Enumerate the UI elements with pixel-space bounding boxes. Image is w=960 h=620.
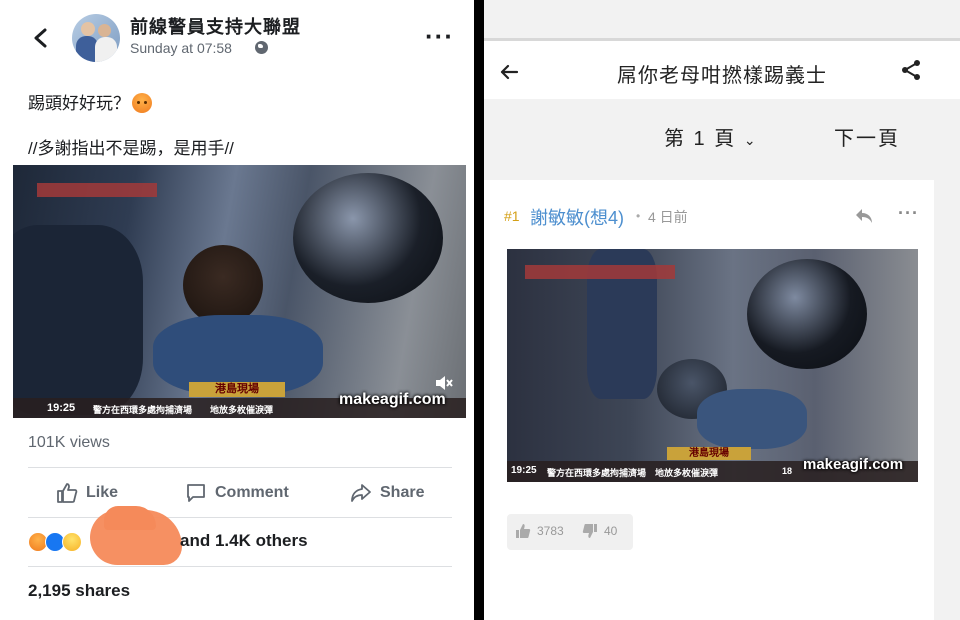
makeagif-watermark: makeagif.com [339, 391, 446, 408]
angry-emoji-icon [132, 93, 152, 113]
makeagif-watermark: makeagif.com [803, 456, 904, 473]
reactions-summary[interactable]: and 1.4K others [180, 531, 308, 551]
share-arrow-icon [351, 484, 371, 502]
reply-icon[interactable] [854, 207, 874, 225]
thumbs-down-icon[interactable] [582, 523, 598, 539]
more-options-icon[interactable]: ··· [425, 23, 454, 49]
redaction-scribble-top [104, 506, 156, 530]
share-icon[interactable] [900, 59, 922, 81]
view-count: 101K views [28, 434, 110, 451]
downvote-count: 40 [604, 524, 618, 538]
page-selector[interactable]: 第 1 頁 ⌄ [664, 122, 758, 151]
globe-icon [255, 41, 268, 54]
like-label: Like [86, 484, 119, 501]
ticker-time: 19:25 [511, 465, 537, 476]
thumbs-up-icon[interactable] [515, 523, 531, 539]
page-avatar[interactable] [72, 14, 120, 62]
share-button[interactable]: Share [350, 482, 424, 504]
like-button[interactable]: Like [56, 482, 118, 504]
comment-label: Comment [215, 484, 289, 501]
comment-button[interactable]: Comment [185, 482, 289, 504]
reaction-icons[interactable] [28, 532, 82, 552]
mute-icon[interactable] [434, 373, 454, 393]
ticker-time: 19:25 [47, 402, 76, 414]
post-time: 4 日前 [648, 209, 688, 225]
ticker-extra: 18 [782, 466, 793, 476]
video-player[interactable]: 港島現場 19:25 警方在西環多處拘捕濟場 地放多枚催淚彈 makeagif.… [13, 165, 466, 418]
post-more-icon[interactable]: ··· [898, 203, 919, 224]
chevron-down-icon: ⌄ [743, 132, 758, 148]
post-author[interactable]: 謝敏敏(想4) [530, 204, 624, 230]
sad-reaction-icon [62, 532, 82, 552]
post-text-line1: 踢頭好好玩？ [28, 89, 152, 114]
share-label: Share [380, 484, 425, 501]
thread-title: 屌你老母咁撚樣踢義士 [617, 65, 827, 87]
upvote-count: 3783 [537, 524, 564, 538]
meta-separator: • [636, 209, 641, 223]
ticker-title: 港島現場 [667, 447, 751, 460]
share-count[interactable]: 2,195 shares [28, 581, 130, 601]
ticker-title: 港島現場 [189, 382, 285, 397]
post-number: #1 [504, 208, 520, 224]
page-name[interactable]: 前線警員支持大聯盟 [130, 13, 301, 39]
next-page-button[interactable]: 下一頁 [834, 122, 900, 151]
facebook-post-panel: 前線警員支持大聯盟 Sunday at 07:58 ··· 踢頭好好玩？ //多… [0, 0, 474, 620]
post-video[interactable]: 港島現場 19:25 警方在西環多處拘捕濟場 地放多枚催淚彈 18 makeag… [507, 249, 918, 482]
lihkg-thread-panel: 屌你老母咁撚樣踢義士 第 1 頁 ⌄ 下一頁 #1 謝敏敏(想4) • 4 日前… [484, 0, 960, 620]
ticker-text: 警方在西環多處拘捕濟場 地放多枚催淚彈 [93, 405, 274, 415]
ticker-text: 警方在西環多處拘捕濟場 地放多枚催淚彈 [547, 468, 719, 478]
thumbs-up-icon [57, 483, 78, 503]
post-timestamp[interactable]: Sunday at 07:58 [130, 40, 232, 56]
post-text-line2: //多謝指出不是踢，是用手// [28, 139, 234, 158]
back-chevron-icon[interactable] [30, 27, 52, 49]
comment-icon [187, 484, 205, 502]
